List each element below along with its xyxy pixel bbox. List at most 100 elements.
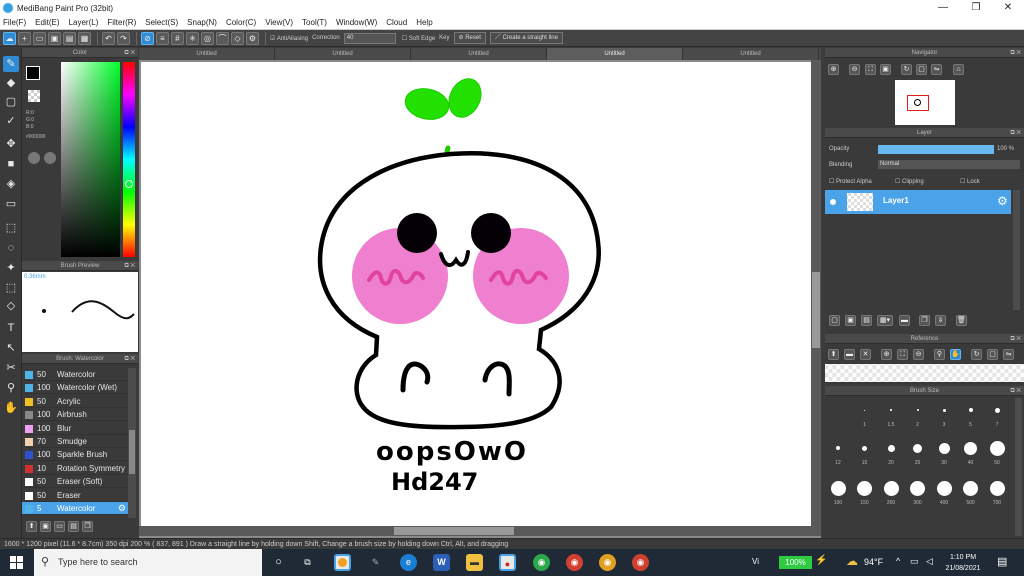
fill-rect-tool-icon[interactable]: ■ <box>3 156 19 172</box>
ref-folder-icon[interactable]: ▬ <box>844 349 855 360</box>
brush-size-option[interactable] <box>857 480 872 496</box>
panel-close-icon[interactable]: ⧉ ✕ <box>1010 48 1021 58</box>
brush-size-option[interactable] <box>964 441 977 455</box>
cloud-icon[interactable]: ☁ <box>3 31 16 45</box>
team-icon[interactable]: ▣ <box>48 31 61 45</box>
brush-size-option[interactable] <box>830 480 846 496</box>
color-history-icon[interactable] <box>44 152 56 164</box>
edge-browser-icon[interactable]: e <box>400 554 417 571</box>
brush-size-option[interactable] <box>916 409 919 411</box>
brush-size-option[interactable] <box>883 480 899 496</box>
rotate-icon[interactable]: ↻ <box>901 64 912 75</box>
pen-app-icon[interactable]: ✎ <box>367 554 384 571</box>
redo-icon[interactable]: ↷ <box>117 31 130 45</box>
curve-snap-icon[interactable]: ⌒ <box>216 31 229 45</box>
brush-list-scroll-thumb[interactable] <box>129 430 135 474</box>
brush-size-scrollbar[interactable] <box>1015 398 1022 536</box>
settings-icon[interactable]: ⚙ <box>246 31 259 45</box>
layer-row[interactable]: Layer1 ⚙ <box>825 190 1011 214</box>
panel-close-icon[interactable]: ⧉ ✕ <box>124 354 135 364</box>
menu-snap[interactable]: Snap(N) <box>187 18 217 27</box>
lock-view-icon[interactable]: ⌂ <box>953 64 964 75</box>
tray-chevron-icon[interactable]: ^ <box>896 556 900 566</box>
brush-copy-icon[interactable]: ❐ <box>82 521 93 532</box>
reference-canvas[interactable] <box>825 364 1024 382</box>
chrome-icon-2[interactable]: ◉ <box>566 554 583 571</box>
ref-reset-icon[interactable]: ▢ <box>987 349 998 360</box>
ref-eyedropper-icon[interactable]: ⚲ <box>934 349 945 360</box>
transparent-color-icon[interactable] <box>28 90 40 102</box>
cortana-icon[interactable]: ○ <box>270 554 287 571</box>
brush-list-scrollbar[interactable] <box>128 368 136 518</box>
input-language[interactable]: Vi <box>752 557 759 566</box>
save-icon[interactable]: ▦ <box>78 31 91 45</box>
brush-size-option[interactable] <box>968 408 973 412</box>
brush-size-option[interactable] <box>910 480 925 496</box>
new-layer-icon[interactable]: ▢ <box>829 315 840 326</box>
operation-tool-icon[interactable]: ↖ <box>3 340 19 356</box>
canvas-horizontal-scrollbar[interactable] <box>139 526 821 536</box>
menu-color[interactable]: Color(C) <box>226 18 256 27</box>
duplicate-layer-icon[interactable]: ❐ <box>919 315 930 326</box>
navigator-thumbnail[interactable] <box>895 80 955 125</box>
panel-close-icon[interactable]: ⧉ ✕ <box>1010 334 1021 344</box>
tab-untitled-3[interactable]: Untitled <box>411 48 547 60</box>
brush-size-option[interactable] <box>862 445 867 451</box>
snap-off-icon[interactable]: ⊘ <box>141 31 154 45</box>
medibang-app-icon[interactable] <box>334 554 351 571</box>
layer-visibility-icon[interactable] <box>830 199 836 205</box>
canvas-horizontal-thumb[interactable] <box>394 527 514 535</box>
brush-tool-icon[interactable]: ✎ <box>3 56 19 72</box>
main-color-swatch[interactable] <box>26 66 40 80</box>
brush-delete-icon[interactable]: ▤ <box>68 521 79 532</box>
task-view-icon[interactable]: ⧉ <box>299 554 316 571</box>
divide-tool-icon[interactable]: ✂ <box>3 360 19 376</box>
hand-tool-icon[interactable]: ✋ <box>3 400 19 416</box>
select-pen-tool-icon[interactable]: ⬚ <box>3 280 19 296</box>
panel-close-icon[interactable]: ⧉ ✕ <box>1010 128 1021 138</box>
brush-list-item[interactable]: 50 Acrylic <box>22 395 128 408</box>
ref-flip-icon[interactable]: ⇋ <box>1003 349 1014 360</box>
eyedropper-tool-icon[interactable]: ⚲ <box>3 380 19 396</box>
battery-indicator[interactable]: 100% <box>779 556 812 569</box>
menu-select[interactable]: Select(S) <box>145 18 178 27</box>
word-app-icon[interactable]: W <box>433 554 450 571</box>
minimize-button[interactable]: — <box>928 0 958 16</box>
panel-close-icon[interactable]: ⧉ ✕ <box>1010 386 1021 396</box>
select-tool-icon[interactable]: ⬚ <box>3 220 19 236</box>
text-tool-icon[interactable]: T <box>3 320 19 336</box>
correction-select[interactable]: 40 <box>343 32 396 44</box>
canvas-vertical-scrollbar[interactable] <box>811 60 821 526</box>
flip-icon[interactable]: ⇋ <box>931 64 942 75</box>
saturation-value-picker[interactable] <box>61 62 120 257</box>
brush-new-icon[interactable]: ▣ <box>40 521 51 532</box>
search-box[interactable]: ⚲ Type here to search <box>34 549 262 576</box>
power-icon[interactable]: ⚡ <box>815 555 827 566</box>
zoom-in-icon[interactable]: ⊕ <box>828 64 839 75</box>
drawing-canvas[interactable]: oopsOwO Hd247 <box>141 62 811 526</box>
actual-size-icon[interactable]: ▣ <box>880 64 891 75</box>
brush-size-option[interactable] <box>913 443 922 453</box>
hue-handle[interactable] <box>125 180 133 188</box>
brush-import-icon[interactable]: ▭ <box>54 521 65 532</box>
ref-hand-icon[interactable]: ✋ <box>950 349 961 360</box>
clipping-checkbox[interactable]: ☐ Clipping <box>895 178 924 185</box>
menu-cloud[interactable]: Cloud <box>386 18 407 27</box>
brush-list-item[interactable]: 100 Sparkle Brush <box>22 448 128 462</box>
new-8bit-layer-icon[interactable]: ▣ <box>845 315 856 326</box>
brush-list-item[interactable]: 50 Watercolor <box>22 368 128 381</box>
undo-icon[interactable]: ↶ <box>102 31 115 45</box>
menu-filter[interactable]: Filter(R) <box>107 18 136 27</box>
brush-size-option[interactable] <box>989 480 1005 496</box>
brush-size-option[interactable] <box>942 408 946 412</box>
page-icon[interactable]: ▤ <box>63 31 76 45</box>
brush-list-item[interactable]: 5 Watercolor ⚙ <box>22 502 128 515</box>
move-tool-icon[interactable]: ✥ <box>3 136 19 152</box>
menu-layer[interactable]: Layer(L) <box>69 18 99 27</box>
chrome-icon-3[interactable]: ◉ <box>599 554 616 571</box>
volume-icon[interactable]: ◁ <box>926 556 933 567</box>
ref-zoom-out-icon[interactable]: ⊖ <box>913 349 924 360</box>
menu-view[interactable]: View(V) <box>265 18 293 27</box>
protect-alpha-checkbox[interactable]: ☐ Protect Alpha <box>829 178 872 185</box>
clock[interactable]: 1:10 PM 21/08/2021 <box>940 552 986 574</box>
